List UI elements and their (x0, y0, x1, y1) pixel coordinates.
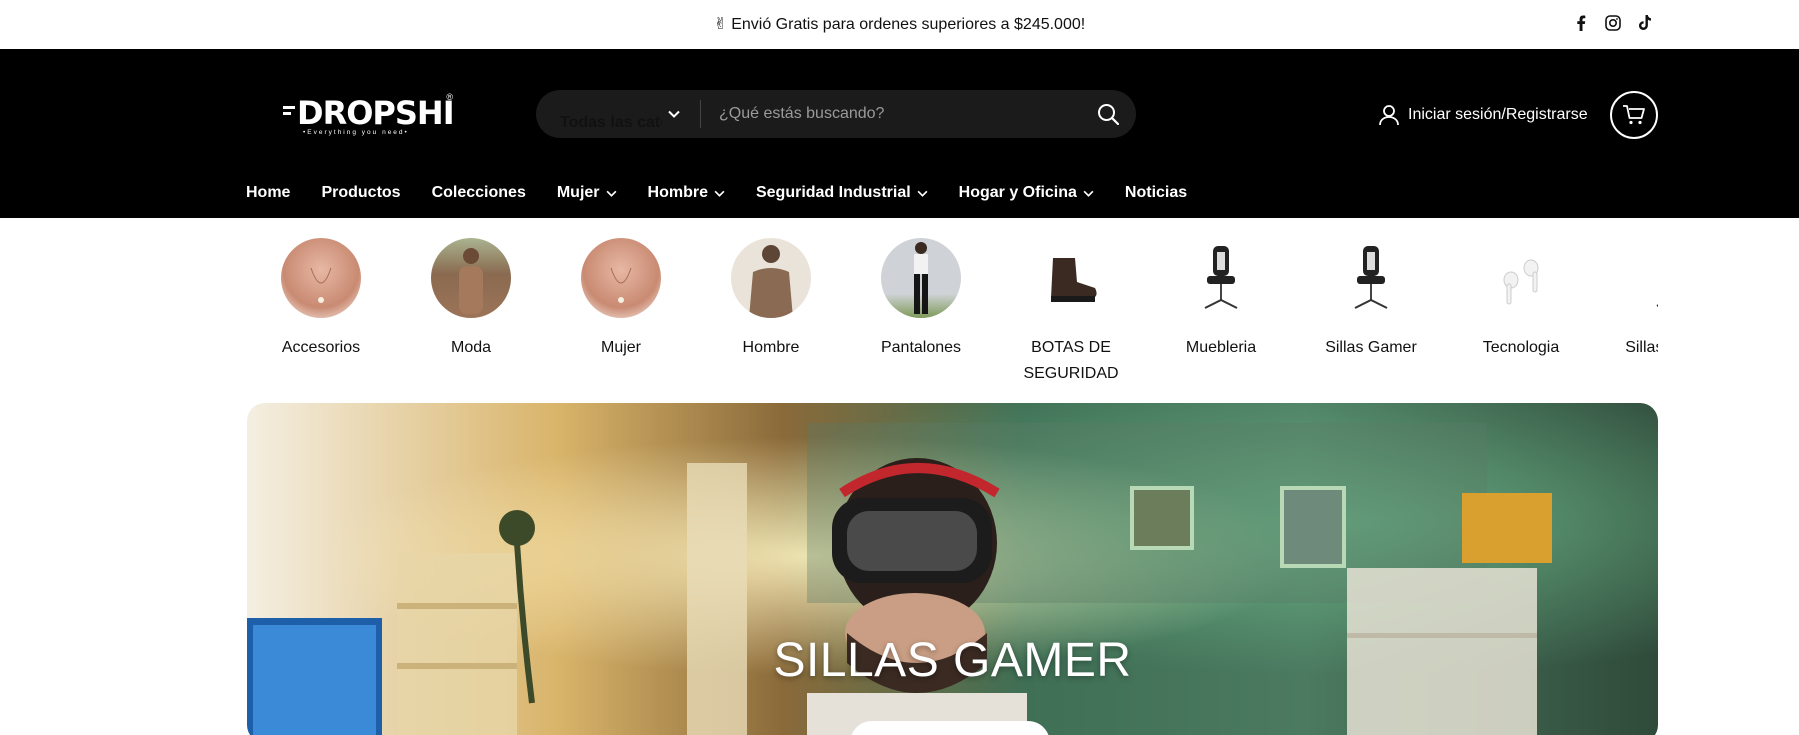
cart-button[interactable] (1610, 91, 1658, 139)
category-image (1181, 238, 1261, 318)
category-carousel: Accesorios Moda Mujer Hombre Pantalones … (246, 238, 1658, 388)
search-icon (1098, 104, 1119, 125)
hero-cta-button[interactable] (850, 721, 1050, 735)
category-image (1481, 238, 1561, 318)
chevron-down-icon (1083, 190, 1094, 197)
facebook-icon[interactable] (1572, 14, 1590, 32)
category-item-mujer[interactable]: Mujer (546, 238, 696, 361)
logo[interactable]: DROPSHI ® •Everything you need• (283, 92, 455, 144)
chevron-down-icon (606, 190, 617, 197)
nav-label: Seguridad Industrial (755, 184, 911, 201)
category-label: Pantalones (880, 339, 962, 356)
chevron-down-icon (714, 190, 725, 197)
cart-icon (1623, 105, 1645, 125)
category-image (581, 238, 661, 318)
social-links (1572, 14, 1654, 32)
category-image (881, 238, 961, 318)
login-label: Iniciar sesión/Registrarse (1408, 106, 1588, 123)
hero-banner[interactable]: SILLAS GAMER (247, 403, 1658, 735)
chevron-down-icon (668, 110, 680, 118)
site-header: DROPSHI ® •Everything you need• Todas la… (0, 49, 1799, 218)
search-bar: Todas las categorías (536, 90, 1136, 138)
category-label: Mujer (600, 339, 641, 356)
category-label: Hombre (742, 339, 800, 356)
category-label: Tecnologia (1482, 339, 1560, 356)
category-image (431, 238, 511, 318)
search-button[interactable] (1080, 90, 1136, 138)
nav-item-seguridad-industrial[interactable]: Seguridad Industrial (756, 184, 928, 202)
nav-item-productos[interactable]: Productos (321, 184, 400, 202)
logo-speed-lines (283, 106, 295, 118)
main-nav: Home Productos Colecciones Mujer Hombre … (246, 184, 1218, 202)
category-image (1331, 238, 1411, 318)
nav-label: Hombre (647, 184, 708, 201)
logo-registered-mark: ® (446, 92, 453, 102)
category-item-moda[interactable]: Moda (396, 238, 546, 361)
search-input[interactable] (701, 105, 1080, 123)
category-item-sillas-gamer[interactable]: Sillas Gamer (1296, 238, 1446, 361)
hand-peace-icon: ✌ (713, 16, 728, 33)
nav-label: Mujer (556, 184, 600, 201)
category-item-muebleria[interactable]: Muebleria (1146, 238, 1296, 361)
chevron-down-icon (917, 190, 928, 197)
nav-item-home[interactable]: Home (246, 184, 290, 202)
category-label: Muebleria (1185, 339, 1257, 356)
nav-item-hogar-y-oficina[interactable]: Hogar y Oficina (959, 184, 1094, 202)
logo-tagline: •Everything you need• (303, 129, 409, 136)
announcement-text-wrap: ✌ Envió Gratis para ordenes superiores a … (0, 14, 1799, 34)
nav-label: Noticias (1124, 184, 1188, 201)
category-label: Sillas Gamer (1325, 339, 1417, 356)
nav-label: Productos (321, 184, 401, 201)
announcement-bar: ✌ Envió Gratis para ordenes superiores a … (0, 0, 1799, 49)
category-image (1031, 238, 1111, 318)
nav-label: Hogar y Oficina (958, 184, 1077, 201)
category-image (1631, 238, 1658, 318)
search-category-label: Todas las categorías (560, 113, 662, 131)
instagram-icon[interactable] (1604, 14, 1622, 32)
nav-item-noticias[interactable]: Noticias (1125, 184, 1187, 202)
nav-label: Home (246, 184, 291, 201)
logo-text: DROPSHI (297, 94, 455, 132)
category-image (731, 238, 811, 318)
category-item-sillas-gamer-2[interactable]: Sillas Gamer (1596, 238, 1658, 361)
category-item-accesorios[interactable]: Accesorios (246, 238, 396, 361)
nav-item-colecciones[interactable]: Colecciones (432, 184, 526, 202)
nav-item-hombre[interactable]: Hombre (648, 184, 725, 202)
category-image (281, 238, 361, 318)
category-item-botas-de-seguridad[interactable]: BOTAS DE SEGURIDAD (996, 238, 1146, 387)
login-link[interactable]: Iniciar sesión/Registrarse (1378, 104, 1588, 126)
category-item-hombre[interactable]: Hombre (696, 238, 846, 361)
nav-item-mujer[interactable]: Mujer (557, 184, 617, 202)
hero-title: SILLAS GAMER (773, 634, 1132, 687)
category-item-pantalones[interactable]: Pantalones (846, 238, 996, 361)
category-label: BOTAS DE SEGURIDAD (1023, 339, 1119, 382)
category-item-tecnologia[interactable]: Tecnologia (1446, 238, 1596, 361)
announcement-text: Envió Gratis para ordenes superiores a $… (731, 16, 1086, 33)
search-category-select[interactable]: Todas las categorías (536, 93, 700, 136)
category-label: Moda (450, 339, 492, 356)
nav-label: Colecciones (431, 184, 526, 201)
category-label: Accesorios (281, 339, 361, 356)
category-label: Sillas Gamer (1625, 339, 1658, 356)
tiktok-icon[interactable] (1636, 14, 1654, 32)
user-icon (1379, 105, 1399, 126)
